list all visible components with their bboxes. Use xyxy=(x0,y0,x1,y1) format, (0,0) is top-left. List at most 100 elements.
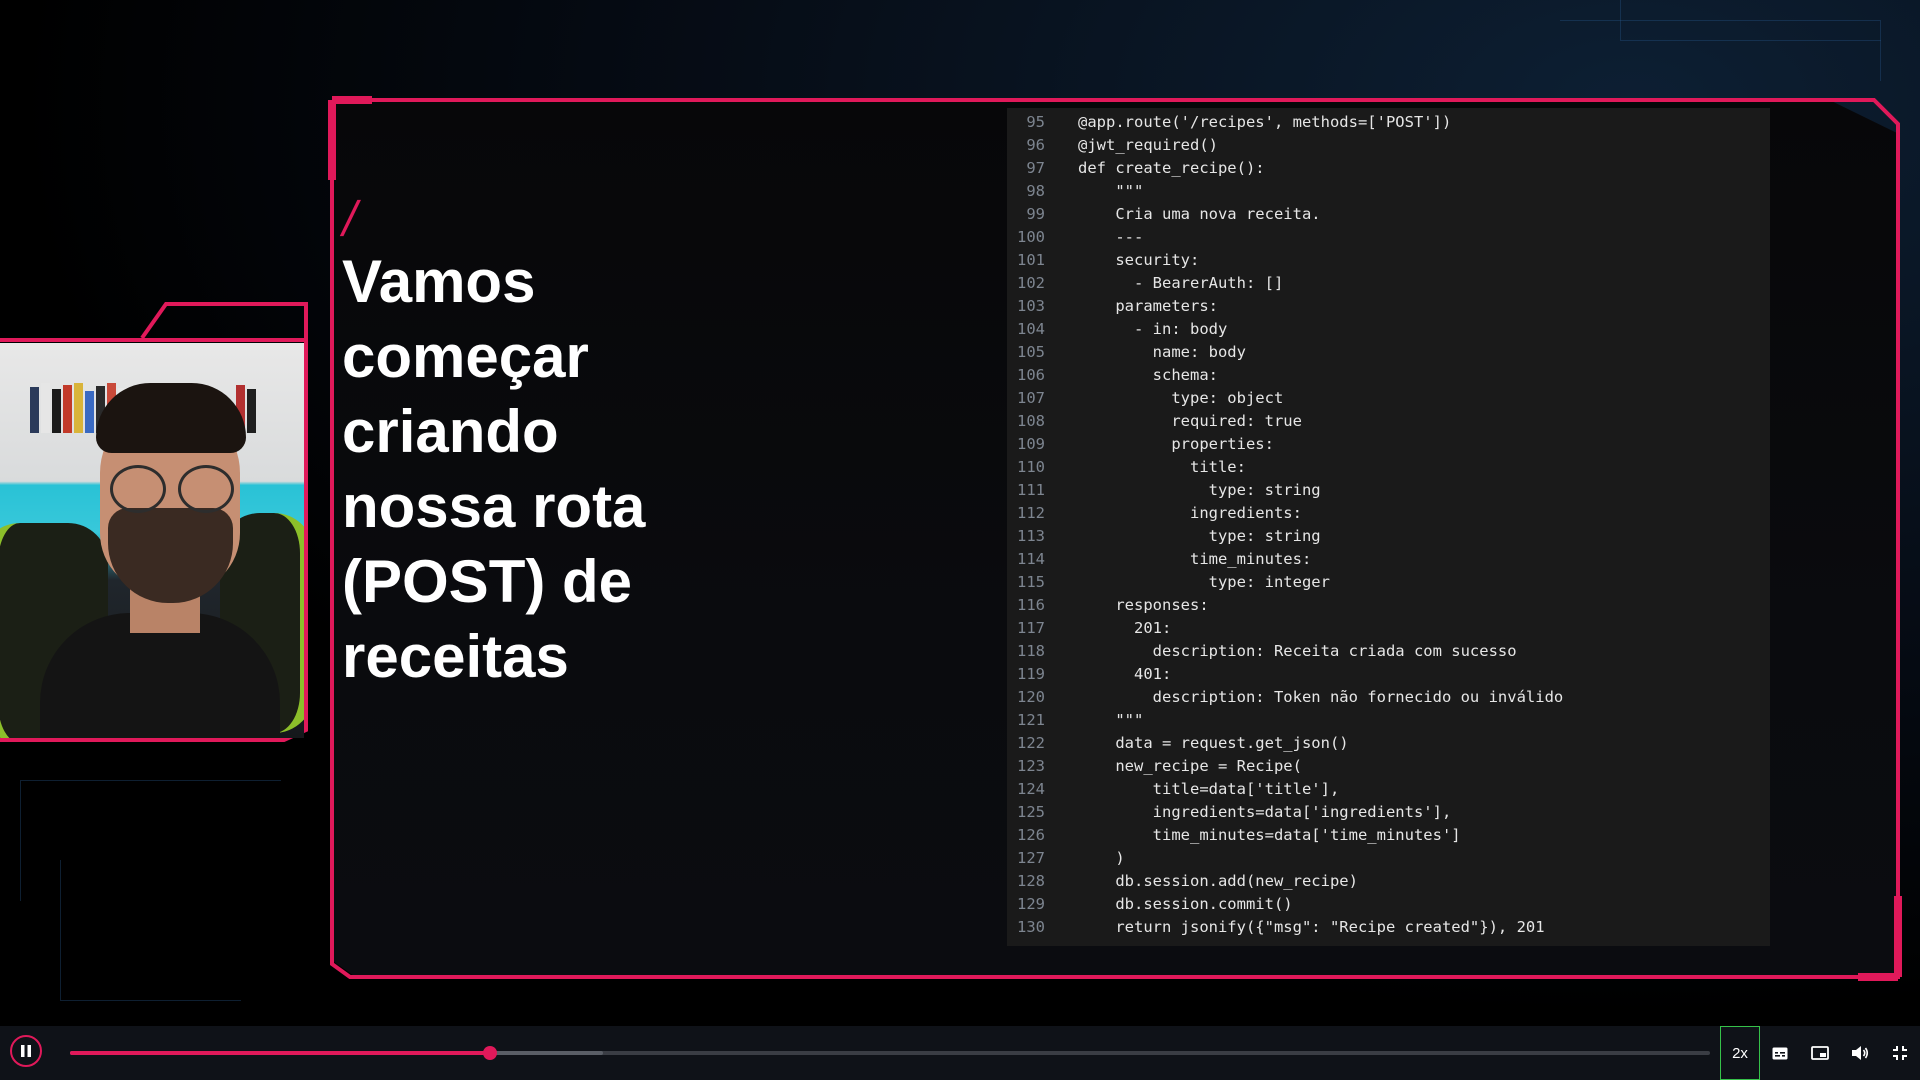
progress-handle[interactable] xyxy=(482,1046,497,1060)
code-text: type: string xyxy=(1078,481,1321,499)
line-number: 130 xyxy=(1017,918,1045,936)
line-number: 110 xyxy=(1017,458,1045,476)
line-number: 107 xyxy=(1017,389,1045,407)
code-line: 101 security: xyxy=(1007,249,1770,272)
line-number: 127 xyxy=(1017,849,1045,867)
code-text: - BearerAuth: [] xyxy=(1078,274,1284,292)
line-number: 101 xyxy=(1017,251,1045,269)
code-line: 119 401: xyxy=(1007,663,1770,686)
code-text: ingredients=data['ingredients'], xyxy=(1078,803,1452,821)
line-number: 103 xyxy=(1017,297,1045,315)
code-text: def create_recipe(): xyxy=(1078,159,1265,177)
code-text: schema: xyxy=(1078,366,1218,384)
glasses-lens xyxy=(178,465,234,513)
slide-title-line: (POST) de xyxy=(342,548,633,615)
code-line: 107 type: object xyxy=(1007,387,1770,410)
code-panel: 95 @app.route('/recipes', methods=['POST'… xyxy=(1007,108,1770,946)
line-number: 115 xyxy=(1017,573,1045,591)
code-line: 122 data = request.get_json() xyxy=(1007,732,1770,755)
line-number: 120 xyxy=(1017,688,1045,706)
line-number: 112 xyxy=(1017,504,1045,522)
code-line: 96 @jwt_required() xyxy=(1007,134,1770,157)
line-number: 123 xyxy=(1017,757,1045,775)
code-line: 113 type: string xyxy=(1007,525,1770,548)
code-line: 111 type: string xyxy=(1007,479,1770,502)
slide-title-line: começar xyxy=(342,323,589,390)
circuit-trace xyxy=(1620,0,1881,41)
playback-speed-button[interactable]: 2x xyxy=(1720,1026,1760,1080)
code-text: return jsonify({"msg": "Recipe created"}… xyxy=(1078,918,1545,936)
line-number: 117 xyxy=(1017,619,1045,637)
code-text: responses: xyxy=(1078,596,1209,614)
video-stage[interactable]: / Vamos começar criando nossa rota (POST… xyxy=(0,0,1920,1026)
code-text: data = request.get_json() xyxy=(1078,734,1349,752)
code-text: properties: xyxy=(1078,435,1274,453)
picture-in-picture-icon xyxy=(1811,1046,1829,1060)
picture-in-picture-button[interactable] xyxy=(1810,1043,1830,1063)
pause-button[interactable] xyxy=(10,1035,42,1067)
code-line: 112 ingredients: xyxy=(1007,502,1770,525)
line-number: 126 xyxy=(1017,826,1045,844)
line-number: 119 xyxy=(1017,665,1045,683)
presenter-hair xyxy=(96,383,246,453)
captions-button[interactable] xyxy=(1770,1043,1790,1063)
pause-icon xyxy=(21,1045,31,1057)
code-line: 104 - in: body xyxy=(1007,318,1770,341)
line-number: 104 xyxy=(1017,320,1045,338)
code-line: 97 def create_recipe(): xyxy=(1007,157,1770,180)
code-text: type: integer xyxy=(1078,573,1330,591)
code-line: 129 db.session.commit() xyxy=(1007,893,1770,916)
slide-title: Vamos começar criando nossa rota (POST) … xyxy=(342,244,742,694)
code-line: 117 201: xyxy=(1007,617,1770,640)
code-lines: 95 @app.route('/recipes', methods=['POST'… xyxy=(1007,108,1770,939)
slide-title-line: Vamos xyxy=(342,248,536,315)
code-text: 201: xyxy=(1078,619,1172,637)
code-text: title=data['title'], xyxy=(1078,780,1340,798)
code-text: db.session.commit() xyxy=(1078,895,1293,913)
code-line: 121 """ xyxy=(1007,709,1770,732)
line-number: 114 xyxy=(1017,550,1045,568)
code-text: type: string xyxy=(1078,527,1321,545)
code-line: 115 type: integer xyxy=(1007,571,1770,594)
volume-button[interactable] xyxy=(1850,1043,1870,1063)
line-number: 113 xyxy=(1017,527,1045,545)
code-text: --- xyxy=(1078,228,1144,246)
volume-icon xyxy=(1852,1046,1869,1060)
line-number: 122 xyxy=(1017,734,1045,752)
exit-fullscreen-button[interactable] xyxy=(1890,1043,1910,1063)
code-text: @app.route('/recipes', methods=['POST']) xyxy=(1078,113,1452,131)
line-number: 124 xyxy=(1017,780,1045,798)
line-number: 95 xyxy=(1026,113,1045,131)
code-text: title: xyxy=(1078,458,1246,476)
code-line: 108 required: true xyxy=(1007,410,1770,433)
code-text: required: true xyxy=(1078,412,1302,430)
code-text: security: xyxy=(1078,251,1200,269)
code-text: 401: xyxy=(1078,665,1172,683)
code-line: 116 responses: xyxy=(1007,594,1770,617)
slide-title-line: criando xyxy=(342,398,559,465)
player-control-bar: 2x xyxy=(0,1026,1920,1080)
line-number: 121 xyxy=(1017,711,1045,729)
code-text: ingredients: xyxy=(1078,504,1302,522)
line-number: 129 xyxy=(1017,895,1045,913)
code-line: 99 Cria uma nova receita. xyxy=(1007,203,1770,226)
code-text: db.session.add(new_recipe) xyxy=(1078,872,1358,890)
line-number: 106 xyxy=(1017,366,1045,384)
slide-title-line: receitas xyxy=(342,623,569,690)
code-line: 109 properties: xyxy=(1007,433,1770,456)
code-line: 98 """ xyxy=(1007,180,1770,203)
line-number: 111 xyxy=(1017,481,1045,499)
code-text: """ xyxy=(1078,711,1144,729)
line-number: 98 xyxy=(1026,182,1045,200)
code-text: description: Token não fornecido ou invá… xyxy=(1078,688,1564,706)
line-number: 125 xyxy=(1017,803,1045,821)
code-line: 100 --- xyxy=(1007,226,1770,249)
line-number: 118 xyxy=(1017,642,1045,660)
line-number: 108 xyxy=(1017,412,1045,430)
progress-bar[interactable] xyxy=(70,1046,1710,1060)
code-text: - in: body xyxy=(1078,320,1228,338)
line-number: 100 xyxy=(1017,228,1045,246)
exit-fullscreen-icon xyxy=(1893,1046,1907,1060)
code-text: """ xyxy=(1078,182,1144,200)
slide-title-line: nossa rota xyxy=(342,473,646,540)
